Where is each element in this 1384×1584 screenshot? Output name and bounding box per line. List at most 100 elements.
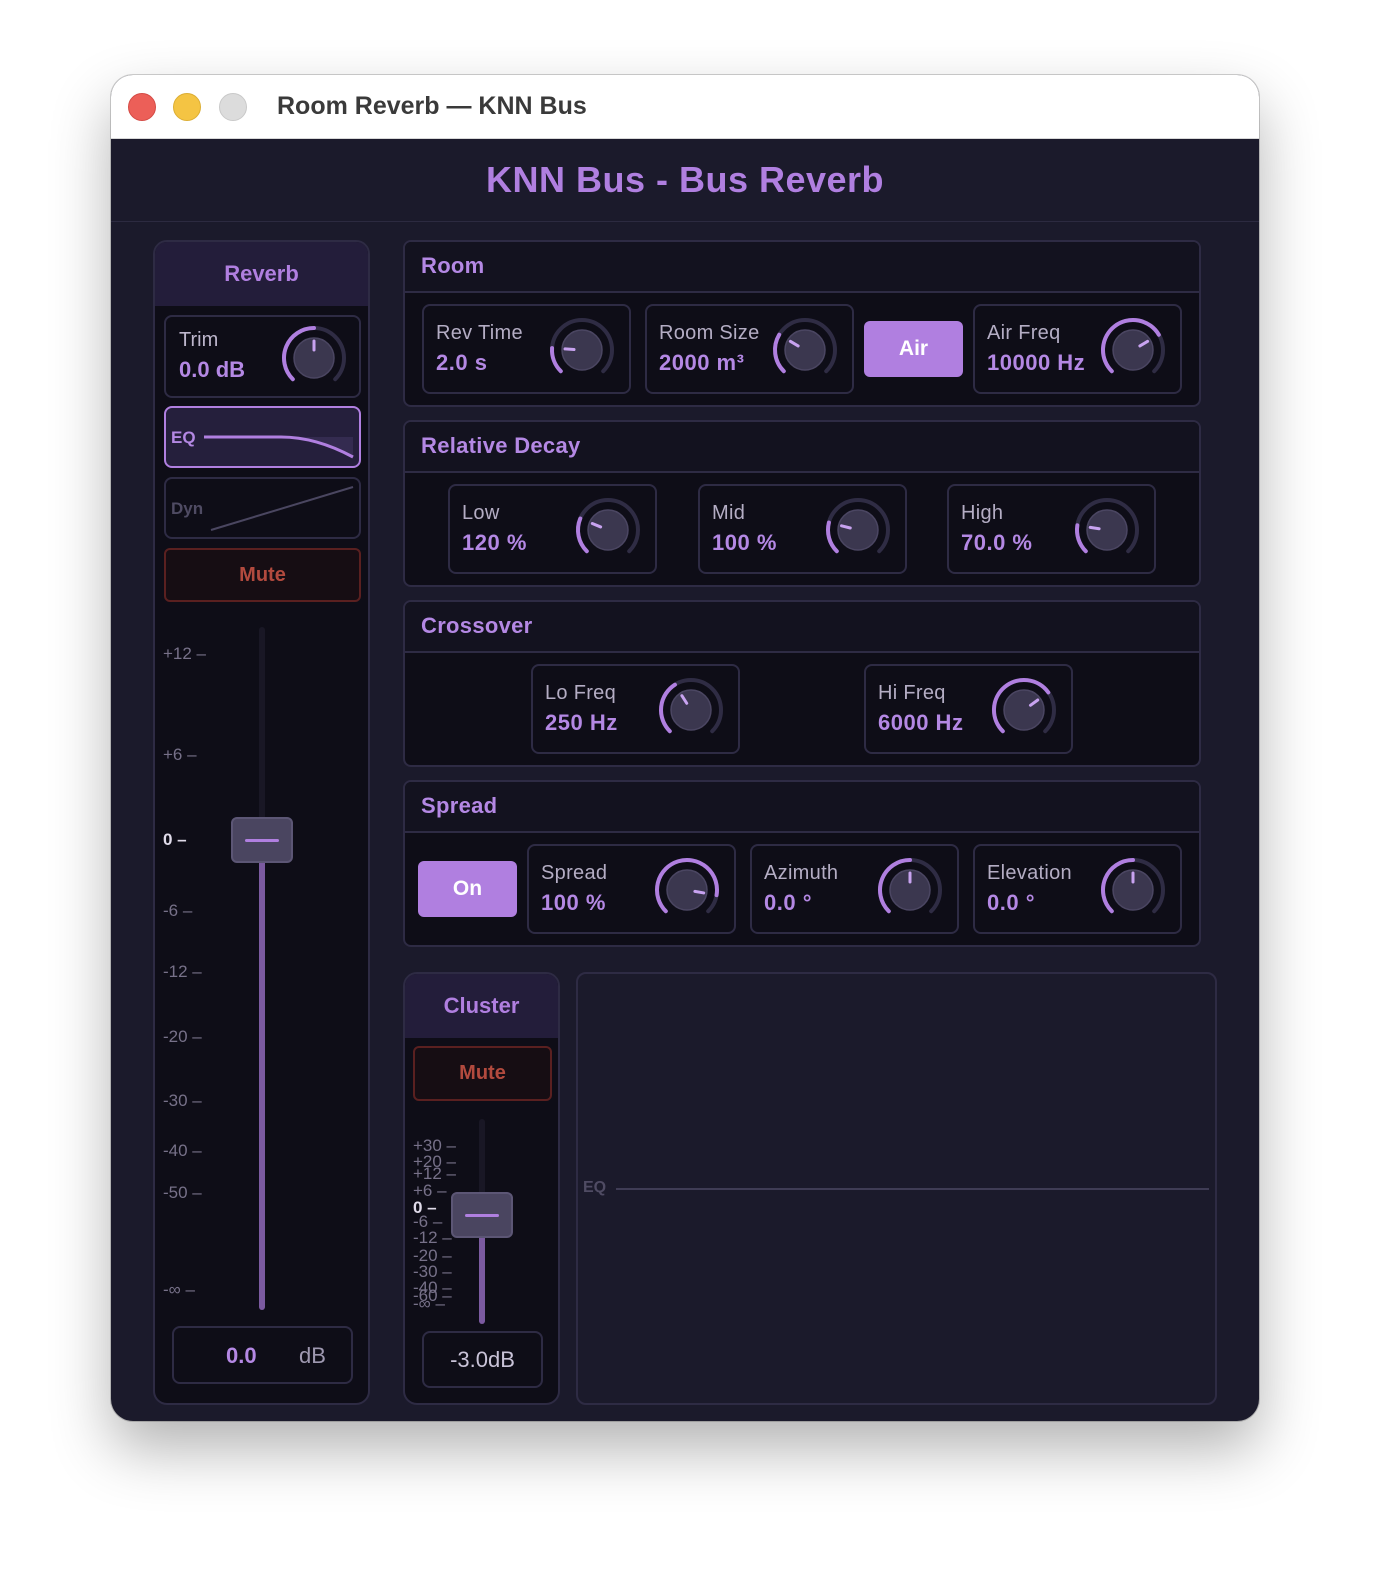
title-bar: Room Reverb — KNN Bus <box>111 75 1259 139</box>
trim-knob[interactable] <box>279 323 349 393</box>
lo-freq-label: Lo Freq <box>545 682 617 704</box>
hi-freq-label: Hi Freq <box>878 682 946 704</box>
elevation-value: 0.0 ° <box>987 890 1035 915</box>
air-freq-control: Air Freq 10000 Hz <box>973 304 1182 394</box>
fader-scale-label: 0 – <box>163 830 187 849</box>
room-size-control: Room Size 2000 m³ <box>645 304 854 394</box>
dyn-toggle[interactable]: Dyn <box>164 477 361 539</box>
fader-scale-label: -∞ – <box>163 1280 195 1299</box>
low-decay-value: 120 % <box>462 530 527 555</box>
trim-control: Trim 0.0 dB <box>164 315 361 398</box>
cluster-mute-button[interactable]: Mute <box>413 1046 552 1101</box>
azimuth-knob[interactable] <box>875 855 945 925</box>
trim-value: 0.0 dB <box>179 357 246 382</box>
fader-scale-label: -40 – <box>163 1141 202 1160</box>
mid-decay-label: Mid <box>712 502 746 524</box>
mid-decay-knob[interactable] <box>823 495 893 565</box>
fader-scale-label: -50 – <box>163 1183 202 1202</box>
room-size-label: Room Size <box>659 322 760 344</box>
fader-scale-label: -20 – <box>163 1027 202 1046</box>
rev-time-control: Rev Time 2.0 s <box>422 304 631 394</box>
azimuth-value: 0.0 ° <box>764 890 812 915</box>
eq-display[interactable]: EQ <box>576 972 1217 1405</box>
fader-scale-label: +12 – <box>413 1164 457 1183</box>
reverb-mute-button[interactable]: Mute <box>164 548 361 602</box>
spread-section: Spread On Spread 100 % Azimuth 0.0 ° Ele… <box>403 780 1201 947</box>
reverb-fader-fill <box>259 840 265 1310</box>
high-decay-knob[interactable] <box>1072 495 1142 565</box>
eq-curve-icon <box>204 435 354 459</box>
room-section-title: Room <box>421 253 485 278</box>
fader-scale-label: -30 – <box>413 1262 452 1281</box>
hi-freq-control: Hi Freq 6000 Hz <box>864 664 1073 754</box>
cluster-level-readout[interactable]: -3.0dB <box>422 1331 543 1388</box>
fader-scale-label: +6 – <box>163 745 197 764</box>
cluster-level-value: -3.0dB <box>450 1347 515 1372</box>
fader-scale-label: -6 – <box>163 901 193 920</box>
spread-label: Spread <box>541 862 608 884</box>
azimuth-label: Azimuth <box>764 862 839 884</box>
crossover-section: Crossover Lo Freq 250 Hz Hi Freq 6000 Hz <box>403 600 1201 767</box>
minimize-window-button[interactable] <box>173 93 201 121</box>
reverb-strip-title: Reverb <box>155 242 368 306</box>
zoom-window-button[interactable] <box>219 93 247 121</box>
hi-freq-knob[interactable] <box>989 675 1059 745</box>
high-decay-value: 70.0 % <box>961 530 1033 555</box>
lo-freq-knob[interactable] <box>656 675 726 745</box>
fader-scale-label: -30 – <box>163 1091 202 1110</box>
rev-time-label: Rev Time <box>436 322 523 344</box>
reverb-level-readout[interactable]: 0.0 dB <box>172 1326 353 1384</box>
close-window-button[interactable] <box>128 93 156 121</box>
air-freq-knob[interactable] <box>1098 315 1168 385</box>
hi-freq-value: 6000 Hz <box>878 710 964 735</box>
eq-toggle[interactable]: EQ <box>164 406 361 468</box>
elevation-knob[interactable] <box>1098 855 1168 925</box>
lo-freq-control: Lo Freq 250 Hz <box>531 664 740 754</box>
reverb-level-value: 0.0 <box>226 1343 257 1368</box>
air-button[interactable]: Air <box>864 321 963 377</box>
mid-decay-value: 100 % <box>712 530 777 555</box>
relative-decay-section-header: Relative Decay <box>405 422 1199 473</box>
lo-freq-value: 250 Hz <box>545 710 618 735</box>
rev-time-knob[interactable] <box>547 315 617 385</box>
spread-section-header: Spread <box>405 782 1199 833</box>
crossover-section-title: Crossover <box>421 613 533 638</box>
rev-time-value: 2.0 s <box>436 350 488 375</box>
fader-scale-label: -12 – <box>163 962 202 981</box>
fader-scale-label: -20 – <box>413 1246 452 1265</box>
low-decay-control: Low 120 % <box>448 484 657 574</box>
plugin-window: Room Reverb — KNN Bus KNN Bus - Bus Reve… <box>111 75 1259 1421</box>
plugin-header: KNN Bus - Bus Reverb <box>111 139 1259 222</box>
relative-decay-section-title: Relative Decay <box>421 433 581 458</box>
window-title: Room Reverb — KNN Bus <box>277 92 587 120</box>
spread-control: Spread 100 % <box>527 844 736 934</box>
fader-scale-label: -12 – <box>413 1228 452 1247</box>
air-freq-value: 10000 Hz <box>987 350 1086 375</box>
dyn-curve-icon <box>210 486 354 531</box>
high-decay-control: High 70.0 % <box>947 484 1156 574</box>
elevation-control: Elevation 0.0 ° <box>973 844 1182 934</box>
room-size-knob[interactable] <box>770 315 840 385</box>
low-decay-knob[interactable] <box>573 495 643 565</box>
plugin-title: KNN Bus - Bus Reverb <box>485 159 885 200</box>
cluster-strip: Cluster Mute +30 – +20 – +12 – +6 –0 – -6 – -… <box>403 972 560 1405</box>
crossover-section-header: Crossover <box>405 602 1199 653</box>
spread-on-button[interactable]: On <box>418 861 517 917</box>
mid-decay-control: Mid 100 % <box>698 484 907 574</box>
reverb-fader-handle[interactable] <box>231 817 293 863</box>
trim-label: Trim <box>179 329 219 351</box>
fader-scale-label: -∞ – <box>413 1294 445 1313</box>
fader-scale-label: +30 – <box>413 1136 457 1155</box>
cluster-strip-title: Cluster <box>405 974 558 1038</box>
spread-knob[interactable] <box>652 855 722 925</box>
eq-flat-response-line <box>616 1188 1209 1190</box>
room-size-value: 2000 m³ <box>659 350 745 375</box>
low-decay-label: Low <box>462 502 500 524</box>
air-freq-label: Air Freq <box>987 322 1061 344</box>
cluster-fader-handle[interactable] <box>451 1192 513 1238</box>
eq-display-label: EQ <box>583 1179 607 1196</box>
reverb-level-unit: dB <box>299 1343 326 1368</box>
high-decay-label: High <box>961 502 1004 524</box>
room-section: Room Rev Time 2.0 s Room Size 2000 m³ Ai… <box>403 240 1201 407</box>
elevation-label: Elevation <box>987 862 1072 884</box>
